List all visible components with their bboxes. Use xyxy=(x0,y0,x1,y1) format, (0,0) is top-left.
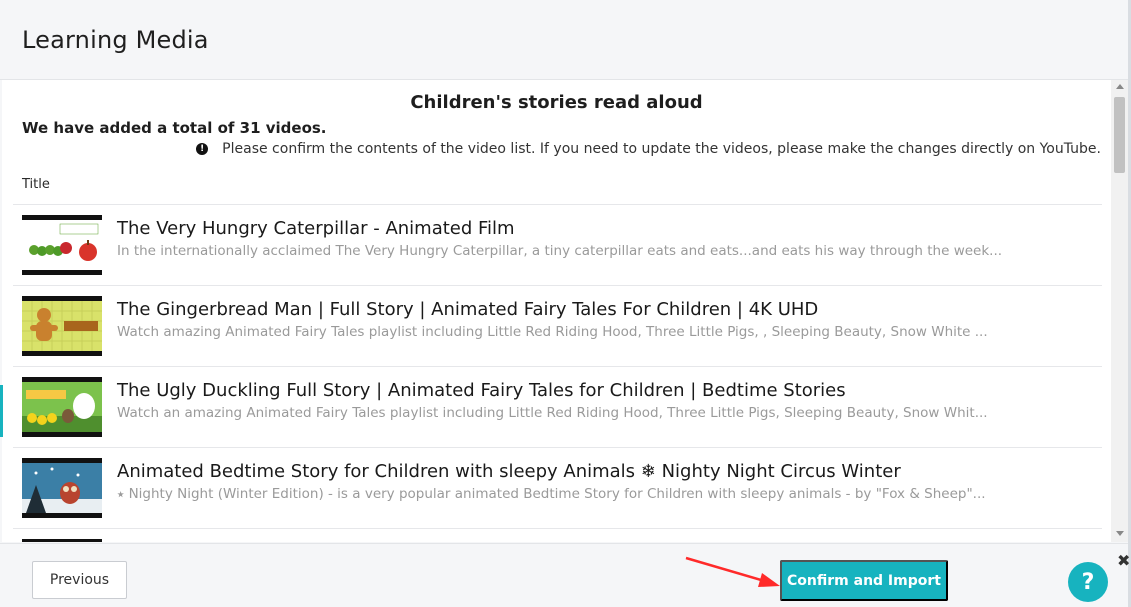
scrollbar[interactable] xyxy=(1111,80,1128,542)
video-title: The Very Hungry Caterpillar - Animated F… xyxy=(117,218,515,239)
scroll-down-icon[interactable] xyxy=(1116,531,1124,536)
video-thumbnail xyxy=(22,377,102,437)
video-description: ⭑ Nighty Night (Winter Edition) - is a v… xyxy=(117,486,986,502)
video-thumbnail xyxy=(22,458,102,518)
annotation-arrow-icon xyxy=(685,556,780,587)
video-list: The Very Hungry Caterpillar - Animated F… xyxy=(13,204,1102,542)
video-row[interactable] xyxy=(13,528,1102,542)
info-icon: ! xyxy=(196,143,209,155)
video-list-panel: Children's stories read aloud We have ad… xyxy=(2,80,1111,542)
video-row[interactable]: The Gingerbread Man | Full Story | Anima… xyxy=(13,285,1102,366)
video-title: Animated Bedtime Story for Children with… xyxy=(117,461,901,482)
modal-title: Learning Media xyxy=(22,26,209,54)
video-thumbnail xyxy=(22,215,102,275)
caterpillar-thumbnail-image xyxy=(22,220,102,270)
video-thumbnail xyxy=(22,296,102,356)
video-thumbnail xyxy=(22,539,102,542)
video-title: The Gingerbread Man | Full Story | Anima… xyxy=(117,299,819,320)
video-description: Watch an amazing Animated Fairy Tales pl… xyxy=(117,405,988,421)
nighty-night-thumbnail-image xyxy=(22,463,102,513)
video-row[interactable]: The Very Hungry Caterpillar - Animated F… xyxy=(13,204,1102,285)
gingerbread-thumbnail-image xyxy=(22,301,102,351)
video-title: The Ugly Duckling Full Story | Animated … xyxy=(117,380,846,401)
video-count-text: We have added a total of 31 videos. xyxy=(22,119,327,137)
video-description: Watch amazing Animated Fairy Tales playl… xyxy=(117,324,988,340)
close-icon[interactable]: ✖ xyxy=(1117,551,1130,570)
help-icon[interactable]: ? xyxy=(1068,562,1108,602)
scroll-thumb[interactable] xyxy=(1114,97,1125,173)
confirm-and-import-button[interactable]: Confirm and Import xyxy=(780,560,948,601)
playlist-title: Children's stories read aloud xyxy=(410,92,703,113)
confirm-notice: ! Please confirm the contents of the vid… xyxy=(196,141,1101,157)
previous-button[interactable]: Previous xyxy=(32,561,127,599)
duckling-thumbnail-image xyxy=(22,382,102,432)
video-description: In the internationally acclaimed The Ver… xyxy=(117,243,1003,259)
side-tab-indicator xyxy=(0,385,3,437)
modal-header: Learning Media xyxy=(0,0,1128,80)
video-row[interactable]: Animated Bedtime Story for Children with… xyxy=(13,447,1102,528)
video-row[interactable]: The Ugly Duckling Full Story | Animated … xyxy=(13,366,1102,447)
notice-text: Please confirm the contents of the video… xyxy=(222,141,1101,157)
modal-footer: Previous Confirm and Import ? ✖ xyxy=(0,543,1130,607)
scroll-up-icon[interactable] xyxy=(1116,84,1124,89)
column-header-title: Title xyxy=(22,177,50,192)
